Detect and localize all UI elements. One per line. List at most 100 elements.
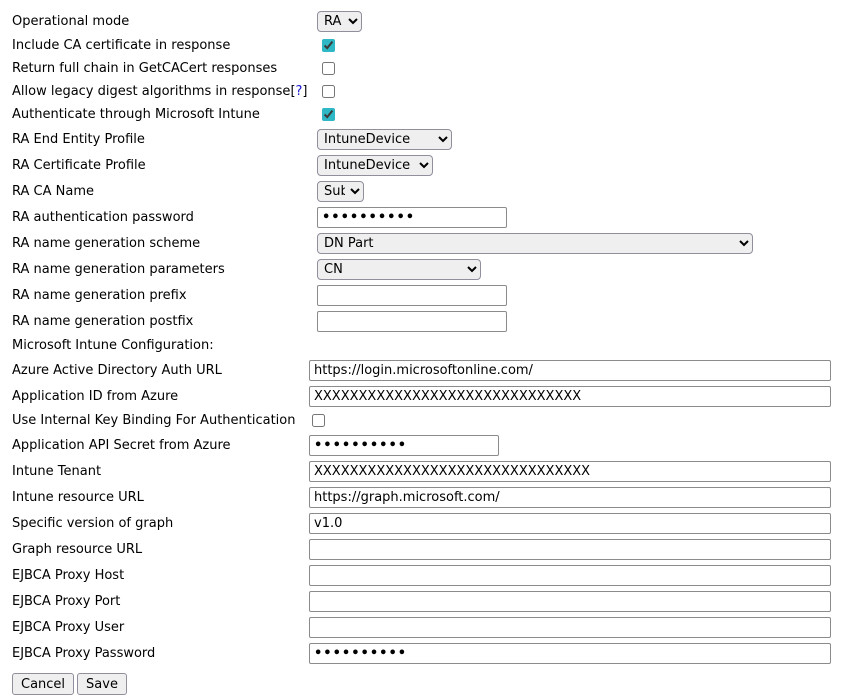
ejbca-proxy-port-input[interactable] <box>309 591 831 612</box>
form-buttons: CancelSave <box>12 673 845 695</box>
scep-alias-configuration-page: Operational mode RA Include CA certificate… <box>0 0 845 697</box>
operational-mode-select[interactable]: RA <box>317 11 362 32</box>
ra-auth-password-row: RA authentication password <box>12 204 845 230</box>
field-label-text: RA End Entity Profile <box>12 132 145 147</box>
azure-ad-auth-url-input[interactable] <box>309 360 831 381</box>
ra-ca-name-select[interactable]: Sub <box>317 181 364 202</box>
intune-section-heading: Microsoft Intune Configuration: <box>12 338 309 353</box>
graph-version-row: Specific version of graph <box>12 510 845 536</box>
use-internal-key-binding-checkbox[interactable] <box>312 414 325 427</box>
intune-resource-url-row: Intune resource URL <box>12 484 845 510</box>
field-label-text: Allow legacy digest algorithms in respon… <box>12 84 290 99</box>
ejbca-proxy-port-label: EJBCA Proxy Port <box>12 594 309 609</box>
ejbca-proxy-user-input[interactable] <box>309 617 831 638</box>
ra-auth-password-label: RA authentication password <box>12 210 309 225</box>
azure-api-secret-row: Application API Secret from Azure <box>12 432 845 458</box>
intune-resource-url-input[interactable] <box>309 487 831 508</box>
ejbca-proxy-password-row: EJBCA Proxy Password <box>12 640 845 666</box>
field-label-text: Application ID from Azure <box>12 389 178 404</box>
field-label-text: Use Internal Key Binding For Authenticat… <box>12 413 296 428</box>
return-full-chain-row: Return full chain in GetCACert responses <box>12 57 845 80</box>
field-label-text: Include CA certificate in response <box>12 38 230 53</box>
azure-api-secret-password-input[interactable] <box>309 435 499 456</box>
graph-resource-url-input[interactable] <box>309 539 831 560</box>
field-label-text: RA Certificate Profile <box>12 158 146 173</box>
field-label-text: EJBCA Proxy Host <box>12 568 124 583</box>
ejbca-proxy-user-label: EJBCA Proxy User <box>12 620 309 635</box>
include-ca-cert-row: Include CA certificate in response <box>12 34 845 57</box>
ra-end-entity-profile-label: RA End Entity Profile <box>12 132 309 147</box>
graph-resource-url-row: Graph resource URL <box>12 536 845 562</box>
field-label-text: Azure Active Directory Auth URL <box>12 363 222 378</box>
field-label-text: RA name generation scheme <box>12 236 200 251</box>
ra-name-gen-prefix-label: RA name generation prefix <box>12 288 309 303</box>
field-label-text: Authenticate through Microsoft Intune <box>12 107 260 122</box>
intune-tenant-input[interactable] <box>309 461 831 482</box>
allow-legacy-digest-row: Allow legacy digest algorithms in respon… <box>12 80 845 103</box>
operational-mode-row: Operational mode RA <box>12 8 845 34</box>
include-ca-cert-checkbox[interactable] <box>322 39 335 52</box>
azure-api-secret-label: Application API Secret from Azure <box>12 438 309 453</box>
use-internal-key-binding-row: Use Internal Key Binding For Authenticat… <box>12 409 845 432</box>
operational-mode-label: Operational mode <box>12 14 309 29</box>
allow-legacy-digest-label: Allow legacy digest algorithms in respon… <box>12 84 309 99</box>
field-label-text: Operational mode <box>12 14 129 29</box>
ra-name-gen-scheme-label: RA name generation scheme <box>12 236 309 251</box>
field-label-text: Application API Secret from Azure <box>12 438 231 453</box>
ra-ca-name-label: RA CA Name <box>12 184 309 199</box>
graph-version-input[interactable] <box>309 513 831 534</box>
ra-name-gen-prefix-input[interactable] <box>317 285 507 306</box>
scep-alias-form: Operational mode RA Include CA certificate… <box>12 8 845 695</box>
intune-resource-url-label: Intune resource URL <box>12 490 309 505</box>
use-internal-key-binding-label: Use Internal Key Binding For Authenticat… <box>12 413 309 428</box>
field-label-text: EJBCA Proxy Port <box>12 594 120 609</box>
ra-certificate-profile-select[interactable]: IntuneDevice <box>317 155 433 176</box>
ra-end-entity-profile-select[interactable]: IntuneDevice <box>317 129 452 150</box>
form-rows: Operational mode RA Include CA certificate… <box>12 8 845 666</box>
save-button[interactable]: Save <box>77 673 127 695</box>
ra-name-gen-params-label: RA name generation parameters <box>12 262 309 277</box>
ra-name-gen-params-row: RA name generation parameters CN <box>12 256 845 282</box>
return-full-chain-label: Return full chain in GetCACert responses <box>12 61 309 76</box>
ejbca-proxy-user-row: EJBCA Proxy User <box>12 614 845 640</box>
ejbca-proxy-password-label: EJBCA Proxy Password <box>12 646 309 661</box>
field-label-text: RA name generation postfix <box>12 314 193 329</box>
ra-ca-name-row: RA CA Name Sub <box>12 178 845 204</box>
field-label-text: RA authentication password <box>12 210 194 225</box>
cancel-button[interactable]: Cancel <box>12 673 74 695</box>
azure-application-id-row: Application ID from Azure <box>12 383 845 409</box>
authenticate-intune-checkbox[interactable] <box>322 108 335 121</box>
azure-ad-auth-url-row: Azure Active Directory Auth URL <box>12 357 845 383</box>
ra-name-gen-prefix-row: RA name generation prefix <box>12 282 845 308</box>
ra-name-gen-scheme-select[interactable]: DN Part <box>317 233 753 254</box>
ejbca-proxy-host-row: EJBCA Proxy Host <box>12 562 845 588</box>
ejbca-proxy-port-row: EJBCA Proxy Port <box>12 588 845 614</box>
field-label-text: Specific version of graph <box>12 516 173 531</box>
graph-version-label: Specific version of graph <box>12 516 309 531</box>
ra-name-gen-params-select[interactable]: CN <box>317 259 481 280</box>
field-label-text: EJBCA Proxy Password <box>12 646 155 661</box>
ra-certificate-profile-label: RA Certificate Profile <box>12 158 309 173</box>
ra-name-gen-postfix-label: RA name generation postfix <box>12 314 309 329</box>
field-label-text: Graph resource URL <box>12 542 142 557</box>
ra-name-gen-postfix-row: RA name generation postfix <box>12 308 845 334</box>
azure-application-id-input[interactable] <box>309 386 831 407</box>
intune-tenant-row: Intune Tenant <box>12 458 845 484</box>
intune-section-heading-row: Microsoft Intune Configuration: <box>12 334 845 357</box>
field-label-text: Intune resource URL <box>12 490 144 505</box>
ejbca-proxy-password-password-input[interactable] <box>309 643 831 664</box>
field-label-text: Intune Tenant <box>12 464 101 479</box>
authenticate-intune-row: Authenticate through Microsoft Intune <box>12 103 845 126</box>
graph-resource-url-label: Graph resource URL <box>12 542 309 557</box>
include-ca-cert-label: Include CA certificate in response <box>12 38 309 53</box>
return-full-chain-checkbox[interactable] <box>322 62 335 75</box>
ra-auth-password-password-input[interactable] <box>317 207 507 228</box>
ejbca-proxy-host-input[interactable] <box>309 565 831 586</box>
field-label-text: RA CA Name <box>12 184 94 199</box>
ra-certificate-profile-row: RA Certificate Profile IntuneDevice <box>12 152 845 178</box>
field-label-text: RA name generation prefix <box>12 288 187 303</box>
help-bracket-close: ] <box>302 84 307 99</box>
azure-application-id-label: Application ID from Azure <box>12 389 309 404</box>
allow-legacy-digest-checkbox[interactable] <box>322 85 335 98</box>
ra-name-gen-postfix-input[interactable] <box>317 311 507 332</box>
